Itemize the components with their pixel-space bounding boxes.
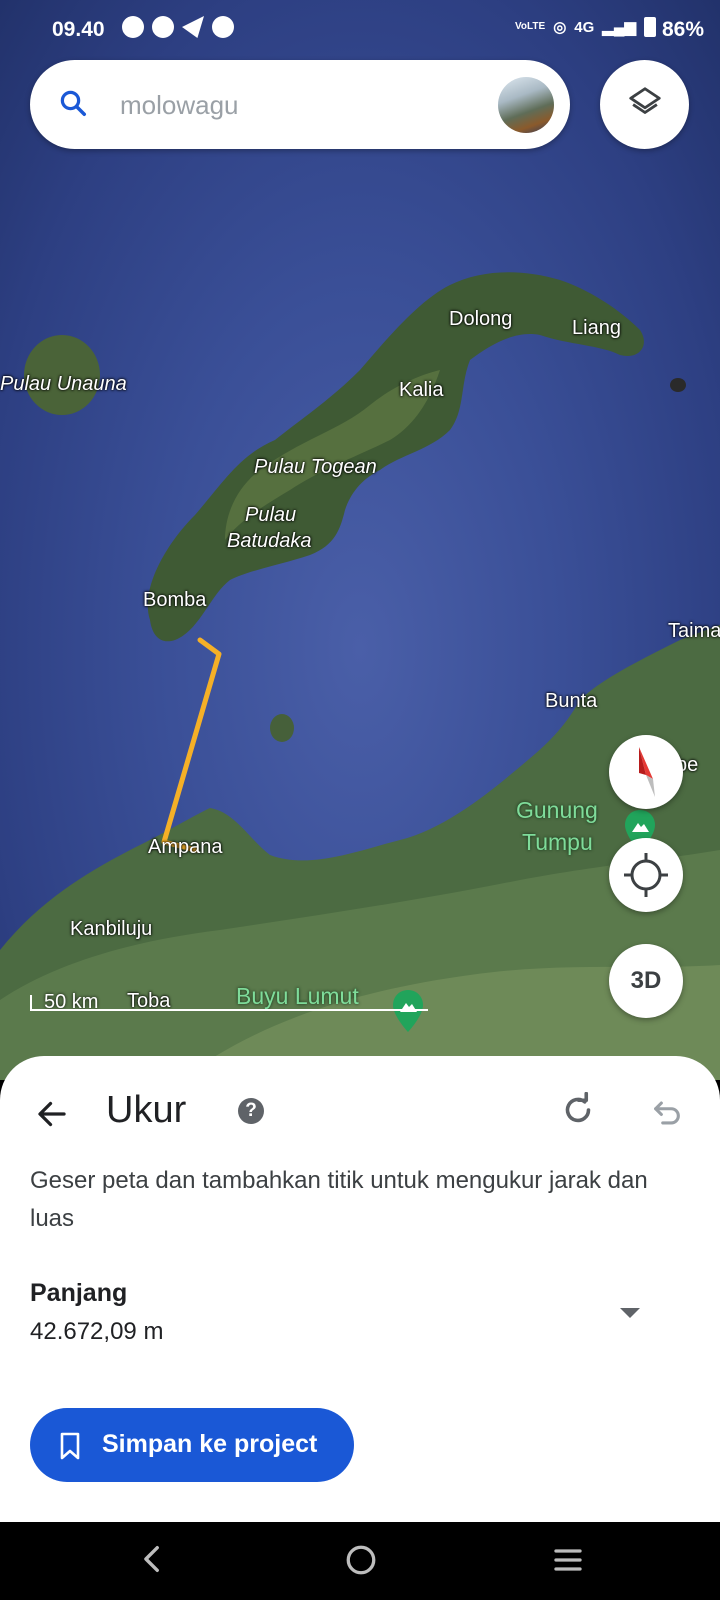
- map-label: Batudaka: [227, 530, 312, 552]
- map-label: Taima: [668, 620, 720, 642]
- measure-panel: Ukur ? Geser peta dan tambahkan titik un…: [0, 1056, 720, 1522]
- telegram-icon: [182, 16, 204, 38]
- undo-icon[interactable]: [650, 1096, 684, 1130]
- map-label: Bunta: [545, 690, 598, 712]
- map-label: Bomba: [143, 589, 207, 611]
- poi-label[interactable]: Tumpu: [522, 829, 593, 856]
- bookmark-icon: [60, 1432, 80, 1460]
- compass-icon: [639, 747, 655, 797]
- nav-back-icon[interactable]: [136, 1542, 170, 1576]
- length-label: Panjang: [30, 1279, 128, 1307]
- nav-recents-icon[interactable]: [550, 1542, 586, 1578]
- dropdown-arrow-icon[interactable]: [620, 1308, 640, 1318]
- nav-home-icon[interactable]: [343, 1542, 379, 1578]
- instruction-text: Geser peta dan tambahkan titik untuk men…: [30, 1167, 648, 1232]
- map-label: Pulau: [245, 504, 297, 526]
- poi-label[interactable]: Gunung: [516, 797, 598, 824]
- map-label: Ampana: [148, 836, 223, 858]
- battery-percent: 86%: [661, 18, 704, 41]
- crosshair-icon: [624, 853, 668, 897]
- status-bar: 09.40 VoLTE ◎ 4G ▂▄▆ 86%: [0, 0, 720, 60]
- map-label: Pulau Unauna: [0, 373, 127, 395]
- save-button-label: Simpan ke project: [102, 1430, 318, 1458]
- battery-icon: [644, 17, 656, 37]
- help-icon[interactable]: ?: [238, 1098, 264, 1124]
- back-arrow-icon[interactable]: [34, 1096, 70, 1132]
- avatar[interactable]: [498, 77, 554, 133]
- notification-icons: [122, 16, 234, 38]
- map-label: Liang: [572, 317, 621, 339]
- search-icon[interactable]: [58, 88, 88, 118]
- signal-icon: ▂▄▆: [602, 19, 636, 36]
- search-bar[interactable]: molowagu: [30, 60, 570, 149]
- togean-islands: [147, 272, 644, 642]
- length-value: 42.672,09 m: [30, 1318, 164, 1345]
- whatsapp-icon: [122, 16, 144, 38]
- volte-icon: VoLTE: [515, 21, 546, 32]
- chat-icon: [152, 16, 174, 38]
- map-view[interactable]: 09.40 VoLTE ◎ 4G ▂▄▆ 86% molowagu Dolong…: [0, 0, 720, 1080]
- compass-button[interactable]: [609, 735, 683, 809]
- scale-bar: [30, 1009, 428, 1011]
- save-to-project-button[interactable]: Simpan ke project: [30, 1408, 354, 1482]
- hotspot-icon: ◎: [553, 19, 567, 36]
- my-location-button[interactable]: [609, 838, 683, 912]
- map-label: Dolong: [449, 308, 513, 330]
- panel-title: Ukur: [106, 1089, 187, 1131]
- layers-button[interactable]: [600, 60, 689, 149]
- search-input[interactable]: molowagu: [120, 90, 239, 121]
- 3d-button[interactable]: 3D: [609, 944, 683, 1018]
- layers-icon: [629, 87, 661, 114]
- network-type: 4G: [574, 18, 595, 36]
- map-label: Kanbiluju: [70, 918, 153, 940]
- map-label: Pulau Togean: [254, 456, 377, 478]
- status-time: 09.40: [52, 18, 105, 41]
- status-indicators: VoLTE ◎ 4G ▂▄▆: [515, 17, 656, 37]
- reset-icon[interactable]: [560, 1092, 596, 1128]
- map-scale: 50 km: [30, 991, 428, 1013]
- map-label: Kalia: [399, 379, 444, 401]
- system-nav-bar: [0, 1522, 720, 1600]
- line-icon: [212, 16, 234, 38]
